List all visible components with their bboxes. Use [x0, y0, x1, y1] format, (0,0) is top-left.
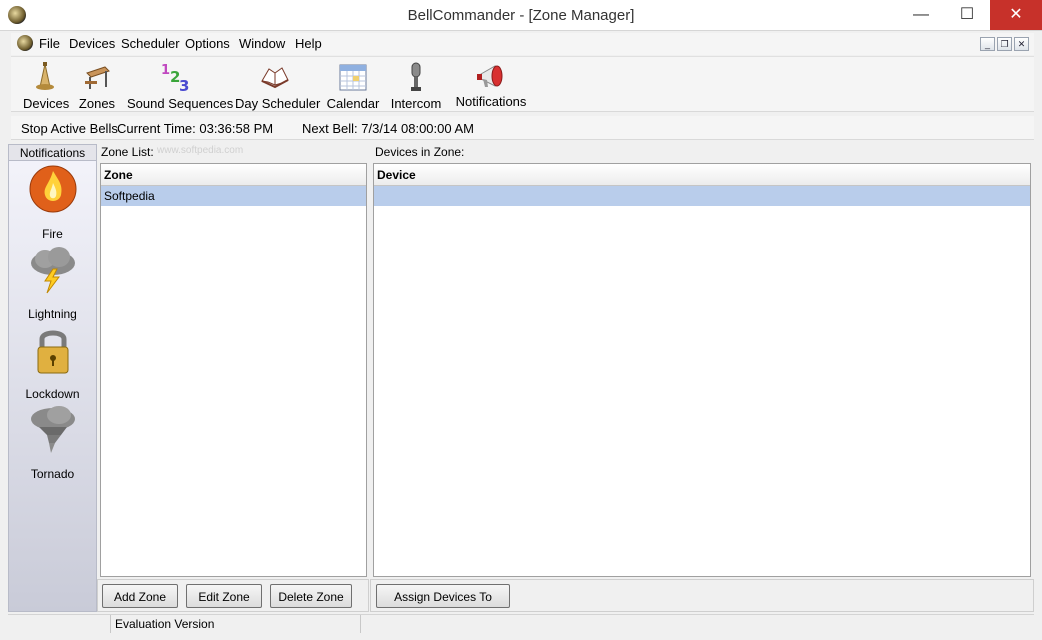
sidebar-item-fire[interactable]: Fire — [9, 165, 96, 245]
toolbar-notifications-button[interactable]: Notifications — [453, 57, 529, 113]
toolbar-zones-button[interactable]: Zones — [77, 57, 117, 113]
status-cell-empty — [8, 615, 110, 633]
numbers-123-icon: 1 2 3 — [161, 63, 189, 93]
svg-text:3: 3 — [179, 77, 189, 93]
window-title: BellCommander - [Zone Manager] — [407, 7, 635, 24]
sidebar-item-label: Lockdown — [25, 387, 80, 401]
sidebar-item-label: Tornado — [30, 467, 75, 481]
notifications-sidebar: Notifications Fire Lightning Lockdown To… — [8, 144, 97, 612]
zone-list-label: Zone List: — [101, 145, 154, 159]
current-time: Current Time: 03:36:58 PM — [117, 121, 274, 136]
megaphone-icon — [477, 65, 503, 87]
status-cell-empty — [360, 615, 1034, 633]
toolbar-label: Calendar — [326, 96, 380, 111]
devices-in-zone-list[interactable]: Device — [373, 163, 1031, 577]
sidebar-item-label: Fire — [42, 227, 63, 241]
toolbar-devices-button[interactable]: Devices — [23, 57, 70, 113]
next-bell: Next Bell: 7/3/14 08:00:00 AM — [302, 121, 474, 136]
mdi-minimize-button[interactable]: _ — [980, 37, 995, 51]
mdi-child-icon[interactable] — [17, 35, 33, 51]
menu-devices[interactable]: Devices — [69, 36, 115, 52]
calendar-icon — [339, 64, 367, 91]
device-button-bar: Assign Devices To Zone — [370, 579, 1034, 626]
toolbar-label: Sound Sequences — [127, 96, 234, 111]
toolbar-calendar-button[interactable]: Calendar — [325, 57, 381, 113]
status-line: Stop Active Bells Current Time: 03:36:58… — [11, 116, 1034, 140]
edit-zone-button[interactable]: Edit Zone — [186, 584, 262, 608]
menu-file[interactable]: File — [39, 36, 60, 52]
zone-column-header[interactable]: Zone — [101, 164, 366, 186]
sidebar-item-lightning[interactable]: Lightning — [9, 245, 96, 325]
mdi-close-button[interactable]: ✕ — [1014, 37, 1029, 51]
toolbar-sound-sequences-button[interactable]: 1 2 3 Sound Sequences — [127, 57, 234, 113]
toolbar-label: Devices — [23, 96, 70, 111]
menu-help[interactable]: Help — [295, 36, 322, 52]
toolbar-label: Zones — [78, 96, 116, 111]
tornado-icon — [31, 406, 75, 453]
devices-in-zone-label: Devices in Zone: — [375, 145, 465, 159]
toolbar-label: Intercom — [390, 96, 442, 111]
table-row[interactable] — [374, 186, 1030, 206]
sidebar-item-tornado[interactable]: Tornado — [9, 405, 96, 485]
open-book-icon — [261, 67, 289, 89]
toolbar-label: Day Scheduler — [235, 96, 321, 111]
toolbar: Devices Zones 1 2 3 Sound Sequences Day … — [11, 56, 1034, 112]
device-column-header[interactable]: Device — [374, 164, 1030, 186]
toolbar-day-scheduler-button[interactable]: Day Scheduler — [235, 57, 321, 113]
evaluation-version-text: Evaluation Version — [110, 615, 360, 633]
menu-bar: File Devices Scheduler Options Window He… — [11, 33, 1034, 55]
school-desk-icon — [85, 66, 110, 89]
svg-text:1: 1 — [161, 63, 170, 78]
mdi-restore-button[interactable]: ❐ — [997, 37, 1012, 51]
maximize-button[interactable]: ☐ — [944, 0, 990, 30]
assign-devices-to-zone-button[interactable]: Assign Devices To Zone — [376, 584, 510, 626]
close-button[interactable]: ✕ — [990, 0, 1042, 30]
stop-active-bells-button[interactable]: Stop Active Bells — [21, 121, 118, 136]
sidebar-item-label: Lightning — [28, 307, 77, 321]
zone-button-bar: Add Zone Edit Zone Delete Zone — [97, 579, 369, 612]
bell-icon — [36, 62, 54, 90]
padlock-icon — [37, 330, 69, 374]
zone-list[interactable]: Zone Softpedia — [100, 163, 367, 577]
table-row[interactable]: Softpedia — [101, 186, 366, 206]
menu-window[interactable]: Window — [239, 36, 285, 52]
fire-icon — [29, 165, 77, 213]
title-bar: BellCommander - [Zone Manager] — ☐ ✕ — [0, 0, 1042, 31]
lightning-cloud-icon — [31, 247, 75, 294]
menu-options[interactable]: Options — [185, 36, 230, 52]
toolbar-label: Notifications — [455, 94, 527, 109]
status-bar: Evaluation Version — [8, 614, 1034, 633]
menu-scheduler[interactable]: Scheduler — [121, 36, 180, 52]
microphone-icon — [411, 62, 421, 91]
sidebar-header: Notifications — [9, 145, 96, 161]
sidebar-item-lockdown[interactable]: Lockdown — [9, 325, 96, 405]
minimize-button[interactable]: — — [898, 0, 944, 30]
add-zone-button[interactable]: Add Zone — [102, 584, 178, 608]
delete-zone-button[interactable]: Delete Zone — [270, 584, 352, 608]
watermark: www.softpedia.com — [157, 145, 244, 156]
toolbar-intercom-button[interactable]: Intercom — [389, 57, 443, 113]
